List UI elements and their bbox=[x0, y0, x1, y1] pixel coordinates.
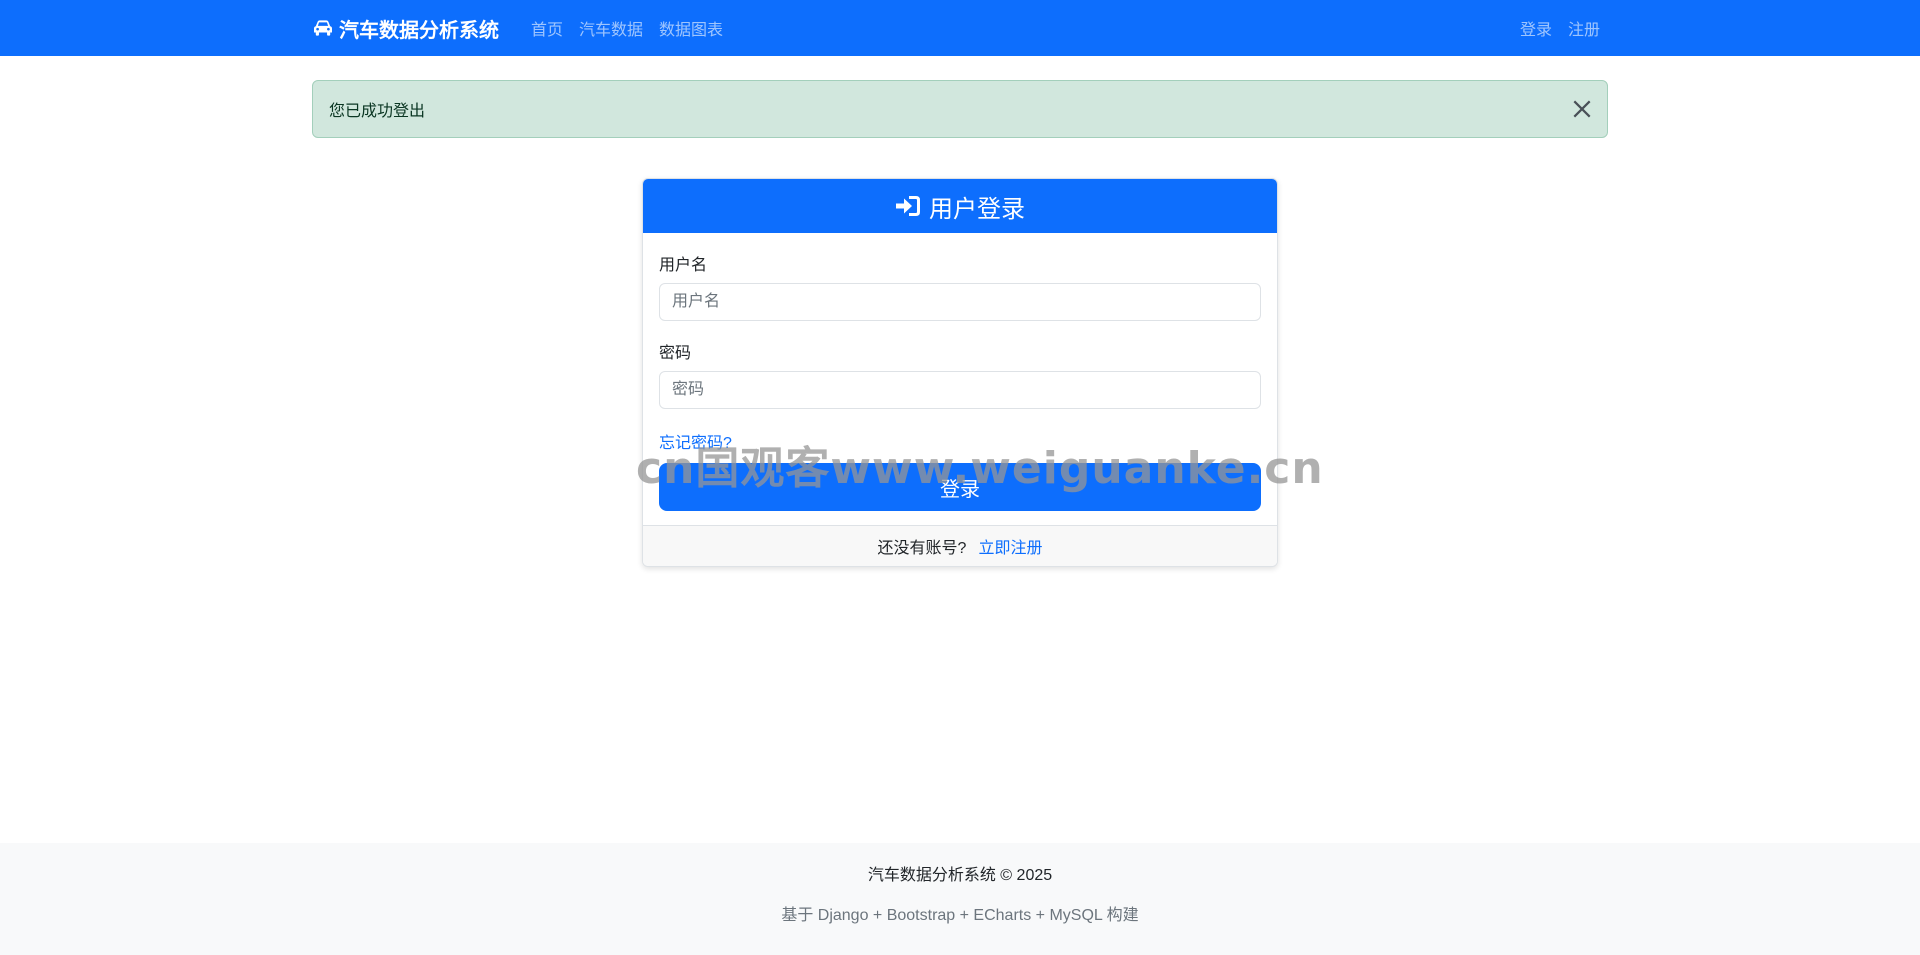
nav-link-login[interactable]: 登录 bbox=[1512, 16, 1560, 40]
sign-in-icon bbox=[896, 196, 920, 216]
forgot-password-link[interactable]: 忘记密码? bbox=[659, 429, 732, 453]
nav-links: 首页 汽车数据 数据图表 bbox=[523, 16, 731, 40]
nav-auth-links: 登录 注册 bbox=[1512, 16, 1608, 40]
brand-name: 汽车数据分析系统 bbox=[339, 19, 499, 42]
page-footer: 汽车数据分析系统 © 2025 基于 Django + Bootstrap + … bbox=[0, 843, 1920, 955]
footer-copyright: 汽车数据分析系统 © 2025 bbox=[867, 867, 1053, 884]
nav-link-charts[interactable]: 数据图表 bbox=[651, 16, 731, 40]
alert-message: 您已成功登出 bbox=[329, 103, 426, 120]
login-card: 用户登录 用户名 密码 忘记密码? 登录 还没有账号? 立即注册 bbox=[642, 178, 1278, 567]
username-group: 用户名 bbox=[659, 251, 1261, 321]
login-form: 用户名 密码 忘记密码? 登录 bbox=[643, 233, 1277, 511]
nav-link-home[interactable]: 首页 bbox=[523, 16, 571, 40]
navbar-container: 汽车数据分析系统 首页 汽车数据 数据图表 登录 注册 bbox=[312, 0, 1608, 56]
brand[interactable]: 汽车数据分析系统 bbox=[312, 14, 499, 43]
logout-alert: 您已成功登出 bbox=[312, 80, 1608, 138]
login-button[interactable]: 登录 bbox=[659, 463, 1261, 511]
login-card-title: 用户登录 bbox=[929, 195, 1025, 223]
no-account-text: 还没有账号? bbox=[877, 540, 967, 557]
nav-link-register[interactable]: 注册 bbox=[1560, 16, 1608, 40]
login-card-header: 用户登录 bbox=[643, 179, 1277, 233]
navbar: 汽车数据分析系统 首页 汽车数据 数据图表 登录 注册 bbox=[0, 0, 1920, 56]
username-input[interactable] bbox=[659, 283, 1261, 321]
password-label: 密码 bbox=[659, 345, 692, 362]
password-input[interactable] bbox=[659, 371, 1261, 409]
register-link[interactable]: 立即注册 bbox=[978, 534, 1042, 558]
username-label: 用户名 bbox=[659, 257, 708, 274]
login-card-footer: 还没有账号? 立即注册 bbox=[643, 525, 1277, 566]
footer-tech-stack: 基于 Django + Bootstrap + ECharts + MySQL … bbox=[781, 907, 1139, 924]
car-icon bbox=[314, 20, 332, 36]
password-group: 密码 bbox=[659, 339, 1261, 409]
close-icon[interactable] bbox=[1571, 98, 1593, 120]
nav-link-car-data[interactable]: 汽车数据 bbox=[571, 16, 651, 40]
